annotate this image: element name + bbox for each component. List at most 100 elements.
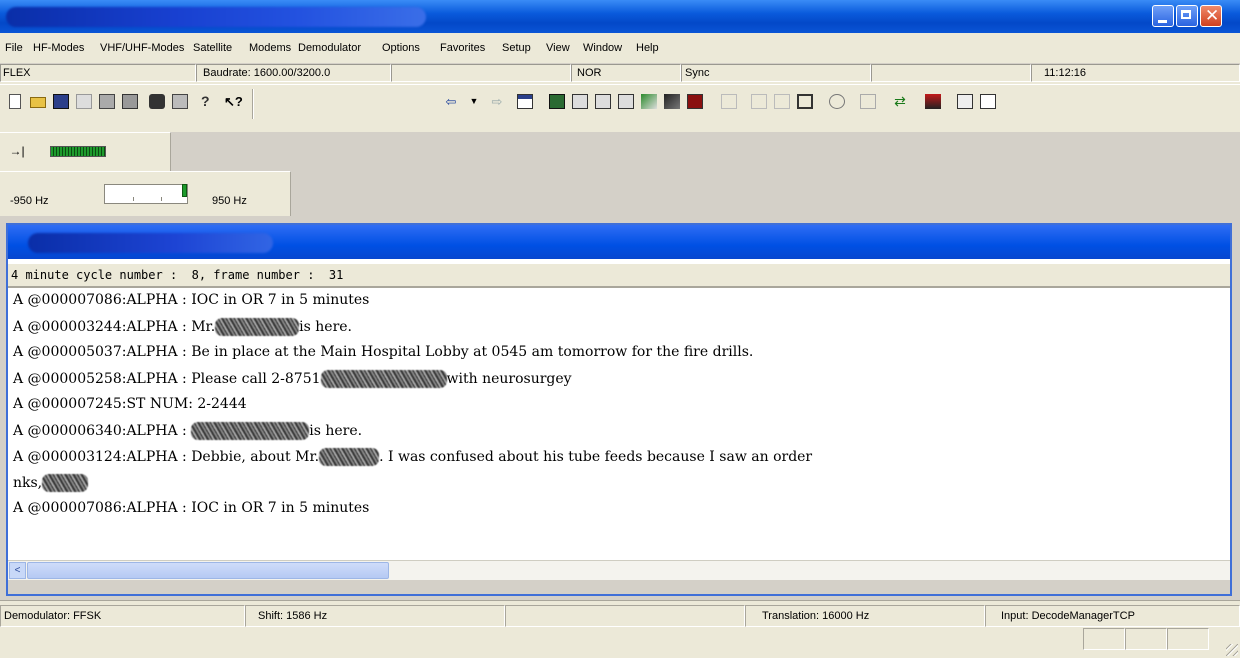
main-toolbar: ? ↖? ⇦ ▼ ⇨ ⇄: [0, 84, 1240, 133]
save-button[interactable]: [50, 91, 73, 113]
print-icon: [99, 94, 115, 109]
menu-satellite[interactable]: Satellite: [193, 42, 232, 54]
scroll-left-button[interactable]: <: [9, 562, 26, 579]
resize-grip[interactable]: [1226, 644, 1238, 656]
modem-icon: [595, 94, 611, 109]
tool-button-3[interactable]: [771, 91, 794, 113]
mode-cell: FLEX: [0, 64, 196, 82]
menu-view[interactable]: View: [546, 42, 570, 54]
log-text: A @000007245:ST NUM: 2-2444: [13, 396, 247, 412]
scroll-thumb[interactable]: [27, 562, 389, 579]
toolbar-separator: [252, 89, 254, 119]
tool-button-1[interactable]: [718, 91, 741, 113]
redaction-scribble: [42, 474, 89, 492]
log-text: A @000003244:ALPHA : Mr.: [13, 319, 216, 335]
rec-icon: [925, 94, 941, 109]
tuner-tick: [161, 197, 162, 201]
open-button[interactable]: [27, 91, 50, 113]
print-button[interactable]: [96, 91, 119, 113]
signal-level-meter: [50, 146, 106, 157]
menu-favorites[interactable]: Favorites: [440, 42, 485, 54]
menu-help[interactable]: Help: [636, 42, 659, 54]
frame-icon: [797, 94, 813, 109]
help-button[interactable]: ?: [198, 91, 221, 113]
window-title-bar[interactable]: ✕: [0, 0, 1240, 33]
context-help-button[interactable]: ↖?: [221, 91, 244, 113]
tuning-toolbar: -950 Hz 950 Hz: [0, 171, 291, 216]
tool-button-4[interactable]: [794, 91, 817, 113]
print-preview-button[interactable]: [119, 91, 142, 113]
redaction-scribble: [191, 422, 310, 440]
log-text: A @000005037:ALPHA : Be in place at the …: [13, 344, 754, 360]
decoder-window-title-bar[interactable]: [8, 225, 1230, 259]
decoder-button-3[interactable]: [592, 91, 615, 113]
menu-file[interactable]: File: [5, 42, 23, 54]
tuning-marker[interactable]: [182, 184, 187, 197]
log-line: A @000003124:ALPHA : Debbie, about Mr. . …: [13, 448, 812, 466]
menu-demodulator[interactable]: Demodulator: [298, 42, 361, 54]
log-line: A @000003244:ALPHA : Mr. is here.: [13, 318, 352, 336]
back-button[interactable]: ⇦: [440, 91, 463, 113]
copy-icon: [76, 94, 92, 109]
save-icon: [53, 94, 69, 109]
level-toolbar: →|: [0, 132, 171, 171]
status-blank: [505, 605, 745, 627]
minimize-button[interactable]: [1152, 5, 1174, 27]
tuning-slider[interactable]: [104, 184, 188, 204]
tool-button-2[interactable]: [748, 91, 771, 113]
status-input: Input: DecodeManagerTCP: [985, 605, 1240, 627]
menu-window[interactable]: Window: [583, 42, 622, 54]
log-line: A @000007086:ALPHA : IOC in OR 7 in 5 mi…: [13, 500, 369, 516]
tool-icon: [751, 94, 767, 109]
time-cell: 11:12:16: [1031, 64, 1240, 82]
menu-setup[interactable]: Setup: [502, 42, 531, 54]
copy-button[interactable]: [73, 91, 96, 113]
decoder-button-4[interactable]: [615, 91, 638, 113]
insert-button[interactable]: →|: [6, 141, 29, 163]
decoder-button-1[interactable]: [546, 91, 569, 113]
log-text: A @000007086:ALPHA : IOC in OR 7 in 5 mi…: [13, 500, 370, 516]
find-button[interactable]: [146, 91, 169, 113]
cycle-info-bar: 4 minute cycle number : 8, frame number …: [8, 264, 1230, 288]
calendar-button[interactable]: [514, 91, 537, 113]
signal-button[interactable]: [638, 91, 661, 113]
tool-button-5[interactable]: [826, 91, 849, 113]
playback-button[interactable]: [954, 91, 977, 113]
open-folder-icon: [30, 97, 46, 108]
insert-arrow-icon: →|: [9, 144, 25, 158]
message-log[interactable]: A @000007086:ALPHA : IOC in OR 7 in 5 mi…: [8, 289, 1230, 560]
maximize-button[interactable]: [1176, 5, 1198, 27]
status-indicator-1: [1083, 628, 1125, 650]
decoder-button-2[interactable]: [569, 91, 592, 113]
status-translation: Translation: 16000 Hz: [745, 605, 985, 627]
redacted-window-title: [6, 7, 426, 27]
menu-options[interactable]: Options: [382, 42, 420, 54]
edit-button[interactable]: [661, 91, 684, 113]
new-document-icon: [9, 94, 21, 109]
log-text: A @000003124:ALPHA : Debbie, about Mr.: [13, 449, 320, 465]
blank-cell-1: [391, 64, 571, 82]
replace-button[interactable]: [169, 91, 192, 113]
horizontal-scrollbar[interactable]: <: [8, 560, 1230, 581]
waveform-button[interactable]: [977, 91, 1000, 113]
calendar-icon: [517, 94, 533, 109]
record-button[interactable]: [922, 91, 945, 113]
stop-button[interactable]: [684, 91, 707, 113]
dropdown-button[interactable]: ▼: [463, 91, 486, 113]
forward-button[interactable]: ⇨: [486, 91, 509, 113]
redaction-scribble: [215, 318, 300, 336]
log-line: A @000006340:ALPHA : is here.: [13, 422, 362, 440]
status-indicator-2: [1125, 628, 1167, 650]
menu-bar: File HF-Modes VHF/UHF-Modes Satellite Mo…: [0, 33, 1240, 63]
refresh-button[interactable]: ⇄: [889, 91, 912, 113]
menu-hf-modes[interactable]: HF-Modes: [33, 42, 84, 54]
dropdown-icon: ▼: [469, 96, 479, 106]
tool-button-6[interactable]: [857, 91, 880, 113]
menu-modems[interactable]: Modems: [249, 42, 291, 54]
modem-icon: [572, 94, 588, 109]
menu-vhf-uhf-modes[interactable]: VHF/UHF-Modes: [100, 42, 184, 54]
log-text: is here.: [309, 423, 363, 439]
new-button[interactable]: [4, 91, 27, 113]
close-button[interactable]: ✕: [1200, 5, 1222, 27]
crosshair-icon: [829, 94, 845, 109]
